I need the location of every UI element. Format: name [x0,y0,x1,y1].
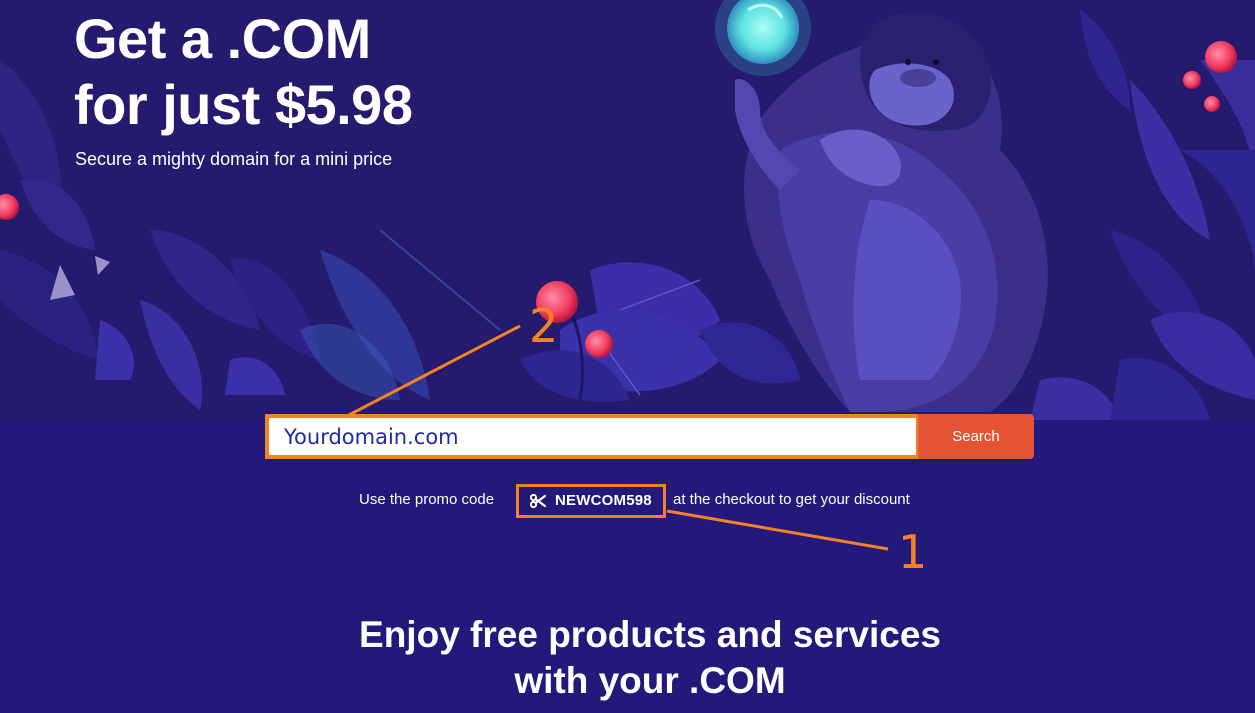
promo-code-highlight[interactable]: NEWCOM598 [516,484,666,518]
section-title-line-2: with your .COM [514,660,786,701]
hero-section: Get a .COM for just $5.98 Secure a might… [0,0,1255,713]
search-button[interactable]: Search [918,414,1034,459]
hero-title-line-2: for just $5.98 [74,73,413,136]
scissors-icon [530,494,546,508]
annotation-marker-2: 2 [529,299,559,353]
section-title-line-1: Enjoy free products and services [359,614,941,655]
annotation-marker-1: 1 [898,525,928,579]
promo-text-before: Use the promo code [359,491,495,508]
hero-subtitle: Secure a mighty domain for a mini price [75,149,393,169]
promo-code-row: Use the promo code NEWCOM598 at the chec… [359,484,959,518]
promo-code: NEWCOM598 [555,492,652,509]
domain-search-input[interactable] [265,414,920,459]
promo-text-after: at the checkout to get your discount [673,491,910,508]
hero-title: Get a .COM for just $5.98 [74,6,413,138]
hero-title-line-1: Get a .COM [74,7,371,70]
domain-search-bar: Search [265,414,1035,459]
section-title: Enjoy free products and services with yo… [0,612,1255,704]
